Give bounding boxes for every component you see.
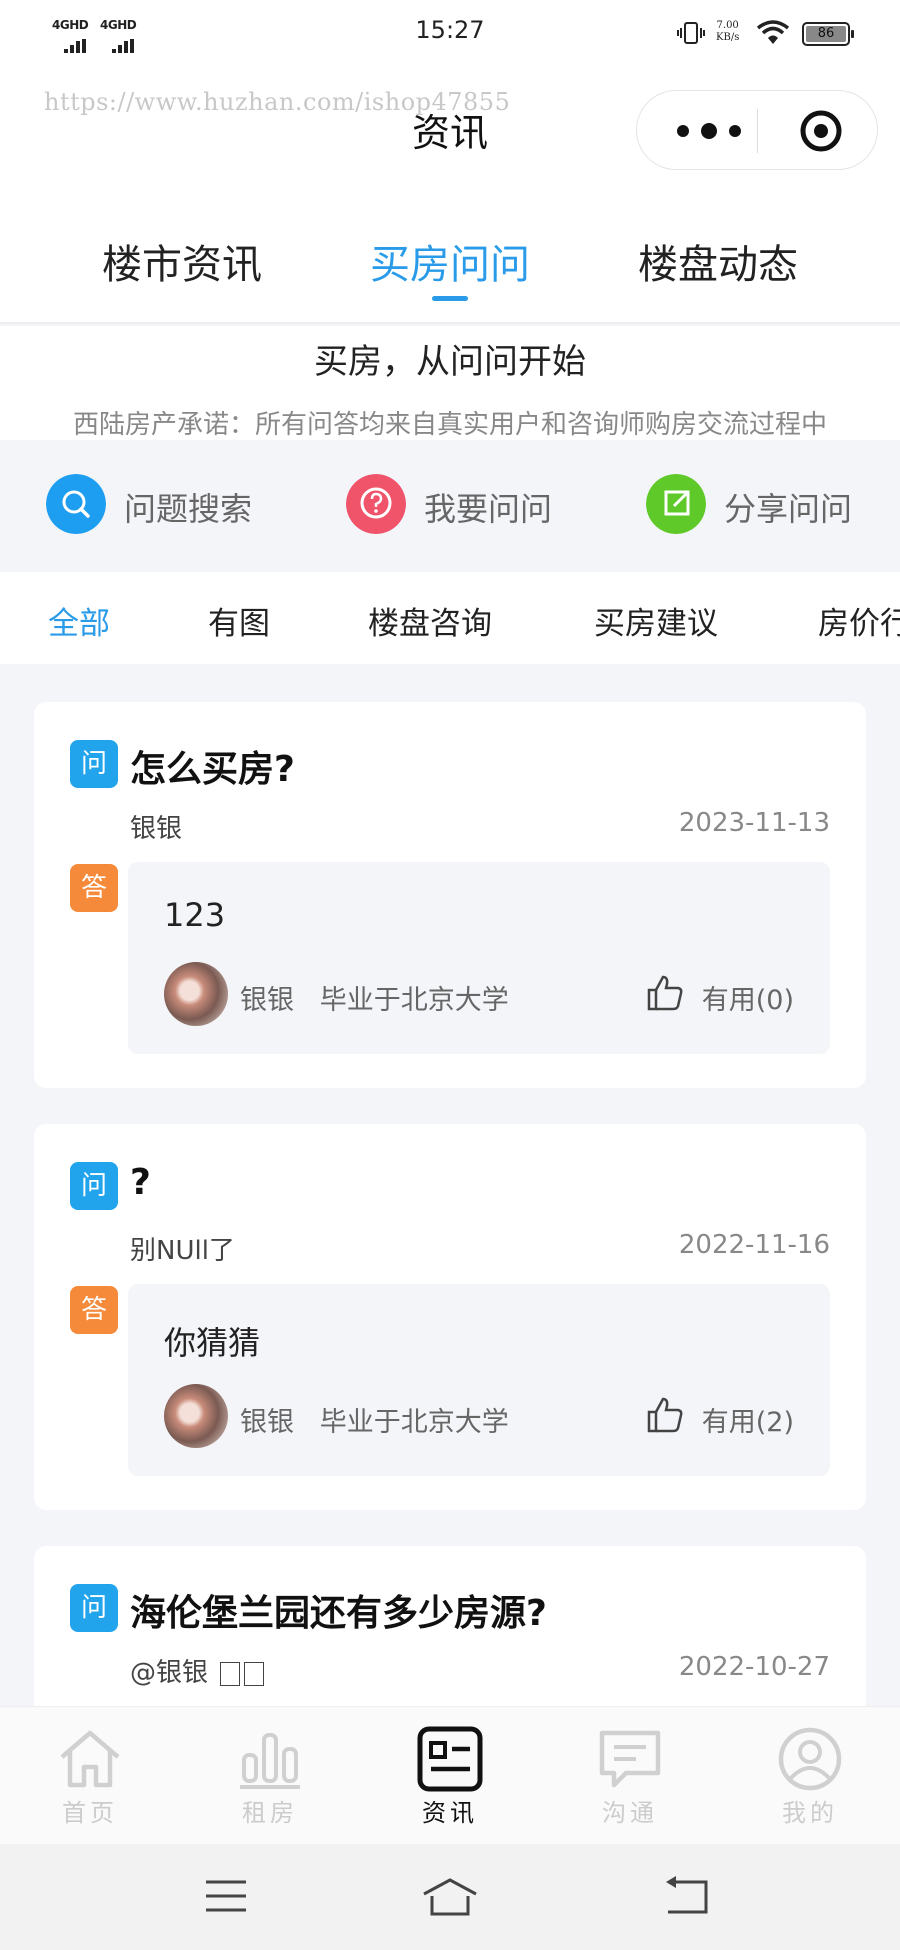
question-badge: 问: [70, 1162, 118, 1210]
status-bar: 4GHD 4GHD 15:27 7.00 KB/s 86: [0, 0, 900, 68]
bar-chart-icon: [240, 1733, 300, 1789]
net-speed-value: 7.00: [716, 20, 739, 31]
home-outline-icon[interactable]: [420, 1876, 480, 1918]
net-speed: 7.00 KB/s: [716, 20, 739, 44]
system-navigation-bar: [0, 1844, 900, 1950]
hero-banner: 买房，从问问开始 西陆房产承诺：所有问答均来自真实用户和咨询师购房交流过程中: [0, 326, 900, 440]
nav-label-mine: 我的: [782, 1799, 838, 1827]
share-question-label: 分享问问: [724, 490, 853, 528]
nav-item-mine[interactable]: 我的: [760, 1725, 860, 1828]
question-badge: 问: [70, 1584, 118, 1632]
bottom-tab-bar: 首页 租房 资讯 沟通 我的: [0, 1706, 900, 1844]
answer-badge: 答: [70, 864, 118, 912]
thumbs-up-icon[interactable]: [646, 1396, 684, 1434]
question-asker-name: @银银: [130, 1658, 217, 1688]
net-speed-unit: KB/s: [716, 32, 740, 43]
answer-text: 你猜猜: [164, 1324, 261, 1362]
question-date: 2022-10-27: [678, 1652, 830, 1682]
category-buying-advice[interactable]: 买房建议: [594, 598, 718, 643]
user-icon: [778, 1727, 842, 1791]
nav-item-home[interactable]: 首页: [40, 1725, 140, 1828]
hero-title: 买房，从问问开始: [314, 342, 586, 382]
question-date: 2023-11-13: [678, 808, 830, 838]
active-tab-indicator: [432, 296, 468, 301]
avatar: [164, 962, 228, 1026]
answerer-name: 银银: [240, 1407, 294, 1438]
tab-property-updates[interactable]: 楼盘动态: [638, 232, 798, 290]
thumbs-up-icon[interactable]: [646, 974, 684, 1012]
question-title[interactable]: 海伦堡兰园还有多少房源?: [130, 1584, 547, 1636]
mini-program-capsule: [636, 90, 878, 170]
share-icon: [646, 474, 706, 534]
answer-box[interactable]: 123 银银 毕业于北京大学 有用(0): [128, 862, 830, 1054]
question-title[interactable]: 怎么买房?: [130, 740, 295, 792]
wifi-icon: [756, 20, 790, 44]
answerer-title: 毕业于北京大学: [319, 985, 509, 1016]
menu-icon[interactable]: [204, 1876, 248, 1916]
question-asker: 银银: [130, 814, 183, 844]
category-property-consult[interactable]: 楼盘咨询: [368, 598, 492, 643]
nav-label-chat: 沟通: [602, 1799, 658, 1827]
nav-bar: https://www.huzhan.com/ishop47855 资讯: [0, 68, 900, 188]
search-question-label: 问题搜索: [124, 490, 253, 528]
news-icon: [417, 1726, 483, 1792]
search-icon: [46, 474, 106, 534]
answerer-title: 毕业于北京大学: [319, 1407, 509, 1438]
nav-item-news[interactable]: 资讯: [400, 1725, 500, 1828]
capsule-divider: [757, 109, 758, 153]
tab-buy-questions[interactable]: 买房问问: [370, 232, 530, 290]
useful-count[interactable]: 有用(2): [702, 1400, 794, 1439]
answer-badge: 答: [70, 1286, 118, 1334]
question-badge: 问: [70, 740, 118, 788]
answerer-info: 银银 毕业于北京大学: [240, 978, 509, 1017]
ask-question-label: 我要问问: [424, 490, 553, 528]
answerer-info: 银银 毕业于北京大学: [240, 1400, 509, 1439]
question-card[interactable]: 问 ? 别NUll了 2022-11-16 答 你猜猜 银银 毕业于北京大学 有…: [34, 1124, 866, 1510]
more-dots-icon[interactable]: [673, 117, 745, 145]
broken-emoji-glyph: [220, 1661, 241, 1686]
question-title[interactable]: ?: [130, 1162, 151, 1203]
question-icon: [346, 474, 406, 534]
nav-item-chat[interactable]: 沟通: [580, 1725, 680, 1828]
question-card[interactable]: 问 怎么买房? 银银 2023-11-13 答 123 银银 毕业于北京大学 有…: [34, 702, 866, 1088]
hero-subtitle: 西陆房产承诺：所有问答均来自真实用户和咨询师购房交流过程中: [72, 410, 827, 440]
nav-label-rent: 租房: [242, 1799, 298, 1827]
top-tabs: 楼市资讯 买房问问 楼盘动态: [0, 188, 900, 324]
nav-item-rent[interactable]: 租房: [220, 1725, 320, 1828]
back-icon[interactable]: [662, 1876, 710, 1916]
home-icon: [60, 1730, 120, 1788]
action-row: 问题搜索 我要问问 分享问问: [0, 440, 900, 572]
tab-market-news[interactable]: 楼市资讯: [102, 232, 262, 290]
avatar: [164, 1384, 228, 1448]
nav-label-home: 首页: [62, 1799, 118, 1827]
nav-label-news: 资讯: [422, 1799, 478, 1827]
category-filter-row: 全部 有图 楼盘咨询 买房建议 房价行情: [0, 572, 900, 664]
question-date: 2022-11-16: [678, 1230, 830, 1260]
broken-emoji-glyph: [244, 1661, 265, 1686]
battery-level: 86: [806, 26, 846, 42]
answer-text: 123: [164, 896, 226, 934]
question-asker: 别NUll了: [130, 1236, 235, 1266]
category-all[interactable]: 全部: [48, 598, 110, 643]
question-asker: @银银: [130, 1652, 265, 1689]
target-icon[interactable]: [799, 109, 843, 153]
answer-box[interactable]: 你猜猜 银银 毕业于北京大学 有用(2): [128, 1284, 830, 1476]
vibrate-icon: [677, 22, 705, 44]
battery-icon: 86: [802, 22, 854, 46]
category-with-images[interactable]: 有图: [208, 598, 270, 643]
useful-count[interactable]: 有用(0): [702, 978, 794, 1017]
chat-icon: [599, 1730, 661, 1788]
answerer-name: 银银: [240, 985, 294, 1016]
category-price-trends[interactable]: 房价行情: [818, 598, 900, 643]
